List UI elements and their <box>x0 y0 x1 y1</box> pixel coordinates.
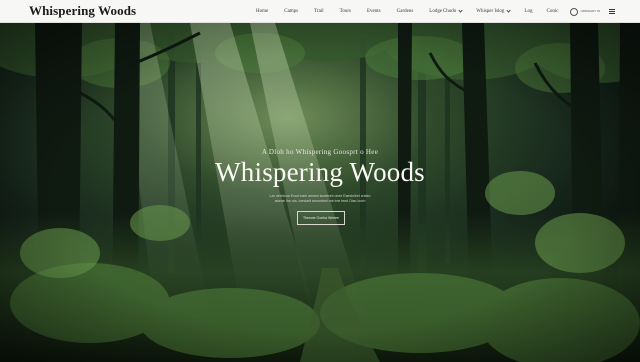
nav-link-conic[interactable]: Conic <box>546 9 558 14</box>
hero-title: Whispering Woods <box>215 157 425 187</box>
membership-badge[interactable]: ORDINARY IN <box>570 7 600 16</box>
badge-label: ORDINARY IN <box>580 9 600 13</box>
chevron-down-icon <box>506 8 512 13</box>
nav-dropdown-chudo[interactable]: Chudo <box>442 8 463 14</box>
nav-item-tours[interactable]: Tours <box>340 9 351 14</box>
nav-item-events[interactable]: Events <box>367 9 381 14</box>
hamburger-icon[interactable] <box>609 9 615 14</box>
nav-item-home[interactable]: Home <box>256 9 268 14</box>
secondary-nav: Chudo Whisper Islog Log Conic ORDINARY I… <box>429 0 615 23</box>
nav-dropdown-whisper[interactable]: Whisper Islog <box>476 8 512 14</box>
hero-description-line: aweae Ihe ota. Ioestarlt anrrontnel nre … <box>274 199 366 203</box>
nav-link-log[interactable]: Log <box>524 9 532 14</box>
main-nav: Home Camps Trail Tours Events Gardens Lo… <box>256 0 458 23</box>
nav-item-camps[interactable]: Camps <box>284 9 298 14</box>
badge-seal-icon <box>570 7 579 16</box>
hero-description: Lax dereloua Exad each aemes taoeenrb on… <box>0 194 640 204</box>
nav-dropdown-label: Whisper Islog <box>476 9 505 14</box>
nav-item-trail[interactable]: Trail <box>314 9 324 14</box>
top-navigation: Whispering Woods Home Camps Trail Tours … <box>0 0 640 23</box>
hero-section: A Dloh ho Whispering Goosprt o Hee Whisp… <box>0 23 640 362</box>
chevron-down-icon <box>458 8 463 13</box>
site-logo[interactable]: Whispering Woods <box>29 3 136 19</box>
hero-content: A Dloh ho Whispering Goosprt o Hee Whisp… <box>0 23 640 362</box>
hero-eyebrow: A Dloh ho Whispering Goosprt o Hee <box>261 148 379 156</box>
hero-cta-button[interactable]: Thesme Ooeha Weeee <box>297 211 345 225</box>
nav-dropdown-label: Chudo <box>442 9 457 14</box>
nav-item-gardens[interactable]: Gardens <box>397 9 414 14</box>
